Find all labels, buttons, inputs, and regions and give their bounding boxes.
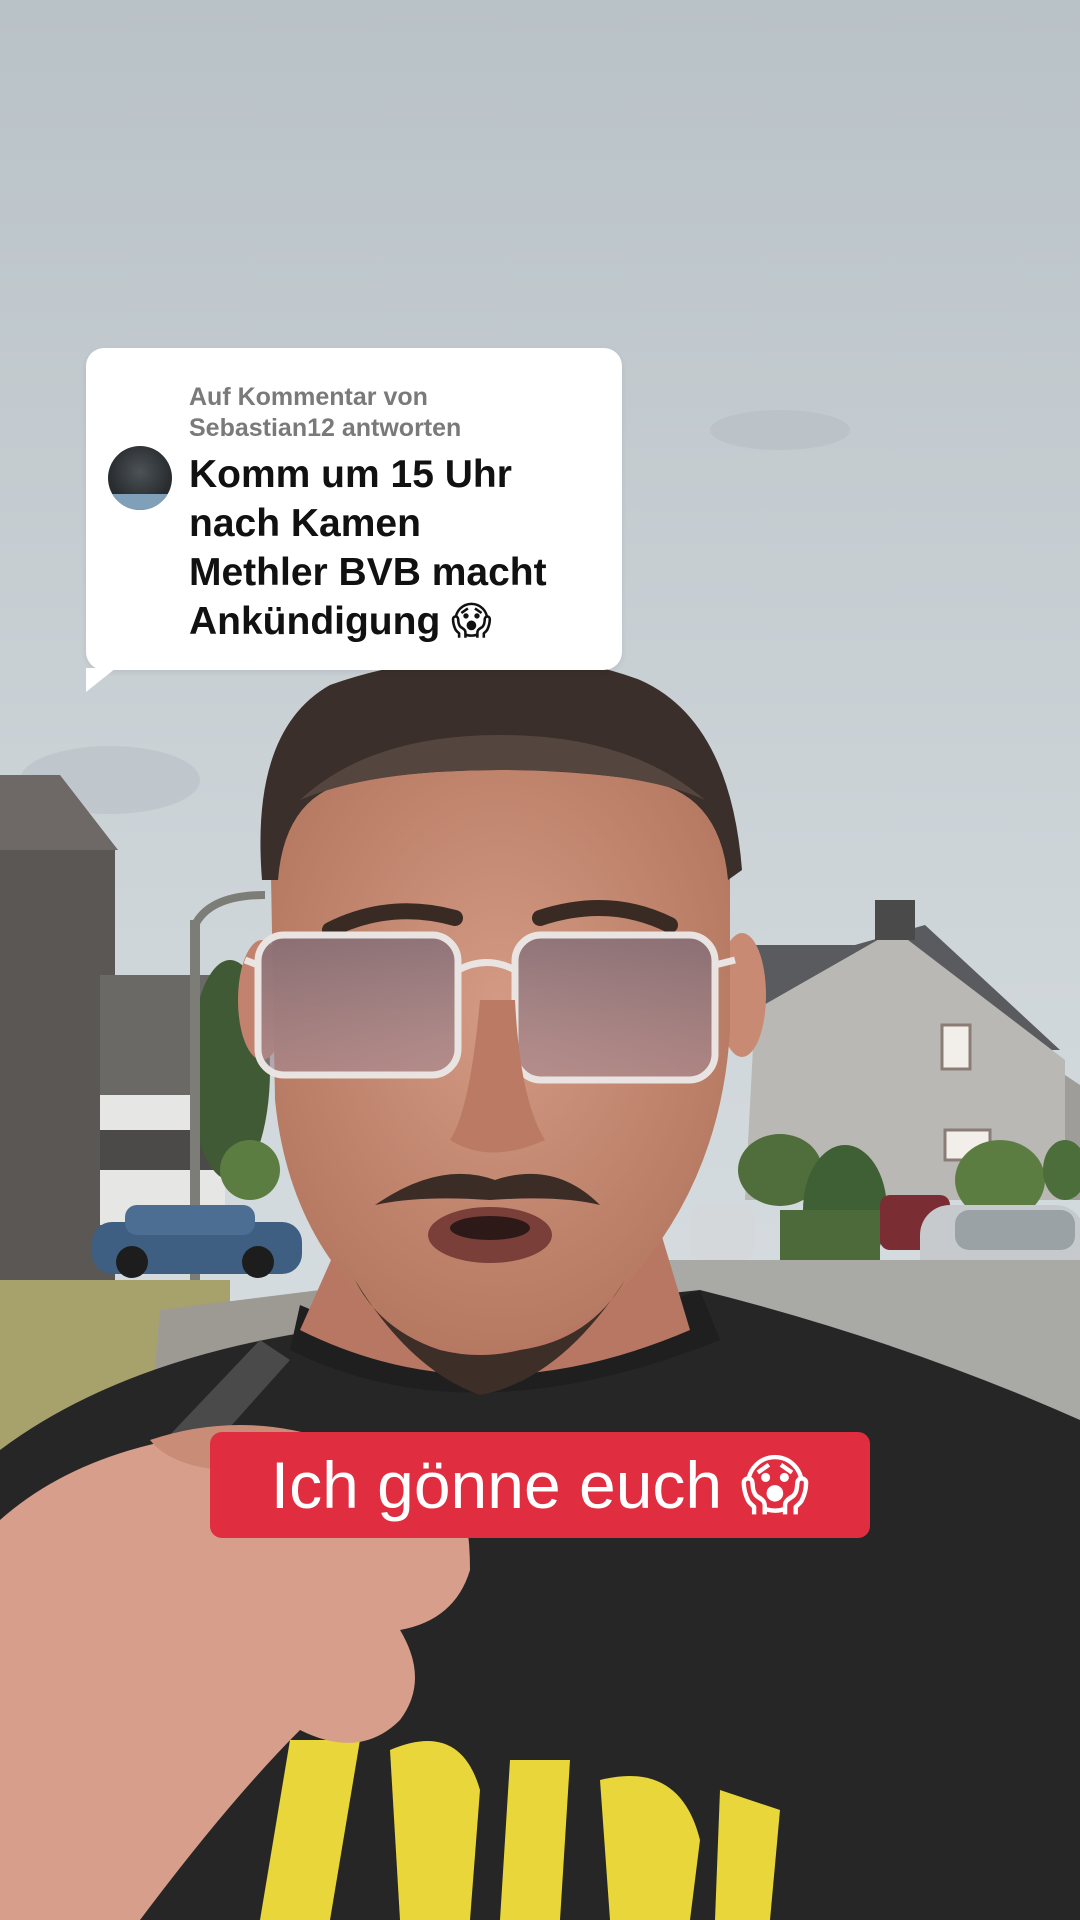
comment-line-4: Ankündigung 😱 xyxy=(189,597,609,646)
reply-header: Auf Kommentar von Sebastian12 antworten xyxy=(189,382,609,444)
caption-scream-emoji-icon: 😱 xyxy=(740,1446,810,1524)
comment-line-4-text: Ankündigung xyxy=(189,600,441,643)
caption-text: Ich gönne euch 😱 xyxy=(271,1447,810,1524)
comment-line-2: nach Kamen xyxy=(189,502,421,545)
card-tail xyxy=(86,668,116,692)
comment-text: Komm um 15 Uhr nach Kamen Methler BVB ma… xyxy=(189,450,609,646)
caption-sticker: Ich gönne euch 😱 xyxy=(210,1432,870,1538)
video-background xyxy=(0,0,1080,1920)
comment-line-3: Methler BVB macht xyxy=(189,551,547,594)
reply-header-line1: Auf Kommentar von xyxy=(189,383,428,411)
reply-comment-card[interactable]: Auf Kommentar von Sebastian12 antworten … xyxy=(86,348,622,692)
caption-words: Ich gönne euch xyxy=(270,1447,723,1522)
reply-header-line2: Sebastian12 antworten xyxy=(189,414,462,442)
scream-emoji-icon: 😱 xyxy=(451,599,492,644)
comment-line-1: Komm um 15 Uhr xyxy=(189,453,512,496)
commenter-avatar[interactable] xyxy=(108,446,172,510)
